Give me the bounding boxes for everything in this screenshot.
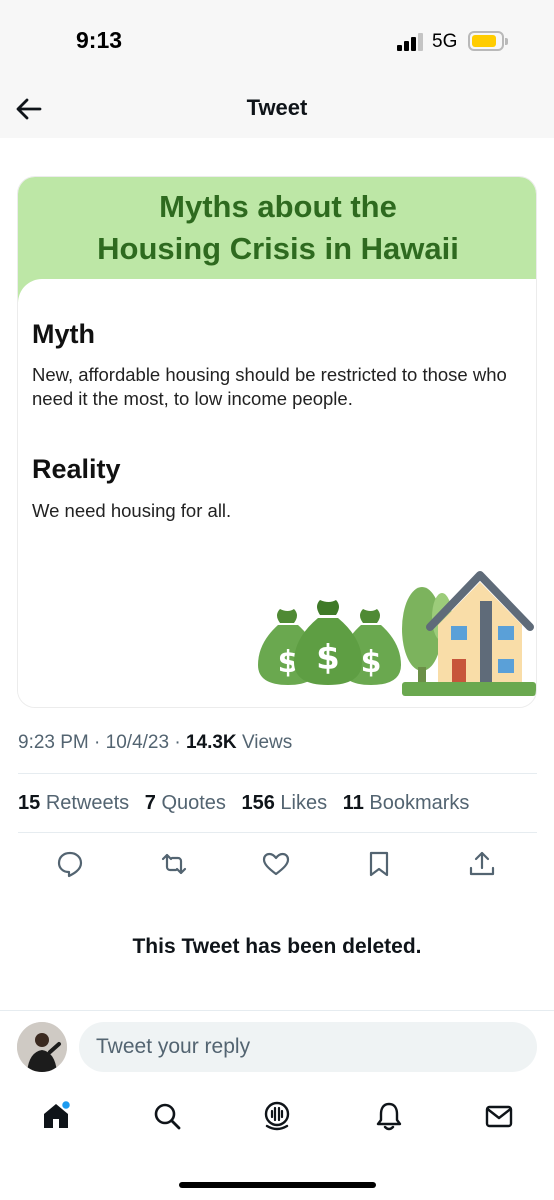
network-label: 5G — [432, 31, 458, 52]
illustration: $ $ $ — [258, 571, 536, 696]
share-icon[interactable] — [467, 849, 497, 879]
likes-stat[interactable]: 156 Likes — [241, 792, 337, 814]
avatar[interactable] — [17, 1022, 67, 1072]
home-icon[interactable] — [40, 1100, 72, 1132]
svg-text:$: $ — [316, 638, 340, 678]
home-indicator — [179, 1182, 376, 1188]
engagement-stats: 15 Retweets 7 Quotes 156 Likes 11 Bookma… — [18, 792, 469, 815]
notifications-icon[interactable] — [373, 1100, 405, 1132]
divider — [0, 1010, 554, 1011]
page-title: Tweet — [246, 95, 308, 120]
battery-icon — [468, 31, 508, 51]
deleted-notice: This Tweet has been deleted. — [132, 935, 422, 958]
divider — [18, 832, 537, 833]
reply-placeholder: Tweet your reply — [96, 1035, 251, 1058]
spaces-icon[interactable] — [261, 1100, 293, 1132]
bookmarks-stat[interactable]: 11 Bookmarks — [343, 792, 470, 814]
svg-text:$: $ — [361, 645, 382, 680]
tweet-image[interactable]: Myths about the Housing Crisis in Hawaii… — [17, 176, 537, 708]
like-icon[interactable] — [261, 849, 291, 879]
tweet-date: 10/4/23 — [105, 732, 170, 753]
tweet-time: 9:23 PM — [18, 732, 89, 753]
views-label: Views — [241, 732, 293, 753]
status-bar: 9:13 5G — [0, 0, 554, 82]
status-time: 9:13 — [76, 27, 123, 53]
money-bags-icon: $ $ $ — [258, 600, 401, 685]
retweet-icon[interactable] — [159, 849, 189, 879]
reply-icon[interactable] — [55, 849, 85, 879]
header: Tweet — [0, 82, 554, 138]
divider — [18, 773, 537, 774]
messages-icon[interactable] — [483, 1100, 515, 1132]
tweet-meta: 9:23 PM · 10/4/23 · 14.3K Views — [18, 732, 292, 754]
signal-icon — [397, 33, 425, 51]
house-icon — [402, 571, 536, 696]
meta-separator: · — [94, 732, 101, 753]
search-icon[interactable] — [151, 1100, 183, 1132]
views-count: 14.3K — [185, 732, 237, 753]
retweets-stat[interactable]: 15 Retweets — [18, 792, 139, 814]
reply-input[interactable]: Tweet your reply — [79, 1022, 537, 1072]
quotes-stat[interactable]: 7 Quotes — [145, 792, 236, 814]
bookmark-icon[interactable] — [364, 849, 394, 879]
meta-separator: · — [174, 732, 181, 753]
